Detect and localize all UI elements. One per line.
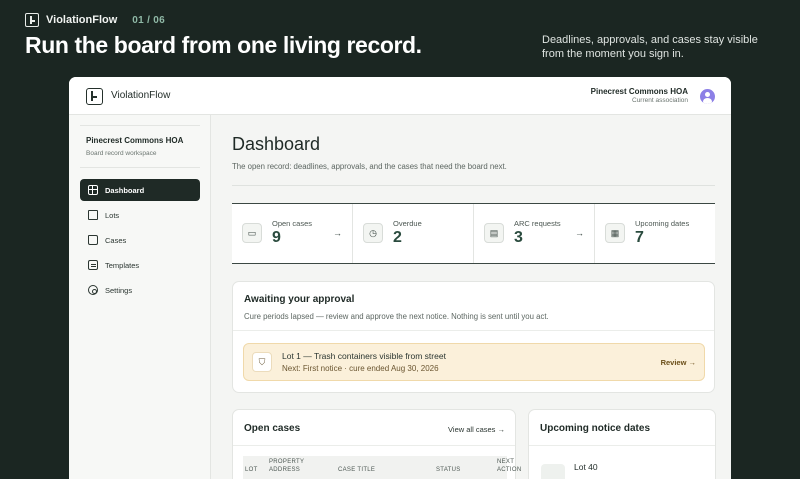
open-cases-title: Open cases [244,423,301,434]
divider [233,330,714,331]
arrow-right-icon: → [333,228,342,238]
sidebar-nav: Dashboard Lots Cases Templates Settings [80,179,200,304]
column-header[interactable]: STATUS [436,466,461,474]
divider [232,185,715,186]
sidebar: Pinecrest Commons HOA Board record works… [69,115,211,479]
stat-value: 3 [514,229,523,246]
table-header: LOT PROPERTY ADDRESS CASE TITLE STATUS N… [243,456,521,479]
app-window: ViolationFlow Pinecrest Commons HOA Curr… [69,77,731,479]
stat-value: 2 [393,229,402,246]
upcoming-title: Upcoming notice dates [540,423,651,434]
main-content: Dashboard The open record: deadlines, ap… [212,115,731,479]
page-title: Dashboard [232,134,321,154]
brand: ViolationFlow 01 / 06 [25,13,165,27]
stat-open-cases[interactable]: ▭ Open cases 9 → [232,204,353,263]
sidebar-item-label: Dashboard [105,185,145,195]
brand-name: ViolationFlow [46,14,118,26]
arrow-right-icon: → [575,228,584,238]
sidebar-item-label: Settings [105,285,133,295]
top-bar: ViolationFlow Pinecrest Commons HOA Curr… [69,77,731,115]
sidebar-item-label: Cases [105,235,127,245]
approval-card: Awaiting your approval Cure periods laps… [232,281,715,393]
stat-overdue[interactable]: ◷ Overdue 2 [353,204,474,263]
column-header[interactable]: LOT [245,466,258,474]
stat-label: Upcoming dates [635,219,690,228]
stat-label: Overdue [393,219,422,228]
folder-icon [88,235,98,245]
calendar-icon: ▦ [605,223,625,243]
stat-value: 9 [272,229,281,246]
page-subtitle: The open record: deadlines, approvals, a… [232,162,507,171]
association-label: Current association [632,97,688,104]
stats-row: ▭ Open cases 9 → ◷ Overdue 2 ▤ ARC reque… [232,203,715,264]
folder-icon: ▭ [242,223,262,243]
sidebar-item-templates[interactable]: Templates [80,254,200,276]
sidebar-item-settings[interactable]: Settings [80,279,200,301]
logo-icon [25,13,39,27]
divider [233,445,515,446]
approval-item-title: Lot 1 — Trash containers visible from st… [282,351,446,361]
gear-icon [88,285,98,295]
sidebar-item-label: Lots [105,210,120,220]
sidebar-org-name: Pinecrest Commons HOA [86,136,184,145]
app-name[interactable]: ViolationFlow [111,90,170,101]
view-all-cases-link[interactable]: View all cases → [448,425,505,434]
home-icon [88,210,98,220]
stat-upcoming-dates[interactable]: ▦ Upcoming dates 7 [595,204,715,263]
stat-label: Open cases [272,219,313,228]
document-icon [88,260,98,270]
document-icon: ▤ [484,223,504,243]
shield-icon: ⛉ [252,352,272,372]
sidebar-item-label: Templates [105,260,140,270]
user-avatar[interactable] [700,89,715,104]
review-button[interactable]: Review → [661,358,696,367]
approval-item-subtitle: Next: First notice · cure ended Aug 30, … [282,364,439,373]
approval-title: Awaiting your approval [244,294,355,305]
hero-title: Run the board from one living record. [25,32,422,58]
stat-arc-requests[interactable]: ▤ ARC requests 3 → [474,204,595,263]
association-name: Pinecrest Commons HOA [590,87,688,96]
association-switcher[interactable]: Pinecrest Commons HOA Current associatio… [591,87,688,104]
step-counter: 01 / 06 [132,14,165,26]
clock-icon: ◷ [363,223,383,243]
divider [529,445,715,446]
column-header[interactable]: CASE TITLE [338,466,375,474]
app-logo-icon[interactable] [86,88,103,105]
calendar-icon [541,464,565,479]
open-cases-card: Open cases View all cases → LOT PROPERTY… [232,409,521,479]
sidebar-divider [80,125,200,126]
dashboard-icon [88,185,98,195]
stat-label: ARC requests [514,219,561,228]
upcoming-item[interactable]: Lot 40 [574,462,598,472]
sidebar-divider [80,167,200,168]
hero-subtitle: Deadlines, approvals, and cases stay vis… [542,34,758,60]
approval-subtitle: Cure periods lapsed — review and approve… [244,312,549,321]
sidebar-org-subtitle: Board record workspace [86,150,157,157]
sidebar-item-cases[interactable]: Cases [80,229,200,251]
stat-value: 7 [635,229,644,246]
column-header[interactable]: NEXT ACTION [497,458,527,474]
sidebar-item-dashboard[interactable]: Dashboard [80,179,200,201]
column-header[interactable]: PROPERTY ADDRESS [269,458,317,474]
approval-item[interactable]: ⛉ Lot 1 — Trash containers visible from … [243,343,705,381]
sidebar-item-lots[interactable]: Lots [80,204,200,226]
upcoming-dates-card: Upcoming notice dates Lot 40 [528,409,716,479]
